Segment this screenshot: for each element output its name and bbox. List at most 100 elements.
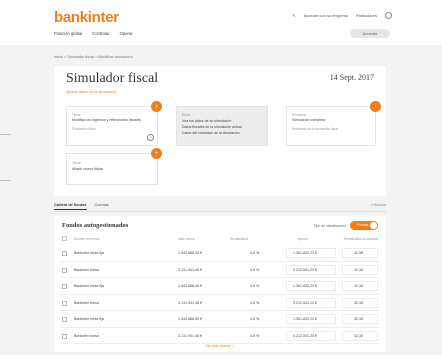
search-link[interactable]: ⌕ Buscar	[371, 203, 386, 207]
card-text: Simulación completa	[292, 118, 326, 122]
header-name[interactable]: Nombre del fondo	[74, 237, 99, 241]
nav-item-global[interactable]: Posición global	[54, 31, 82, 36]
row-checkbox[interactable]	[62, 284, 67, 289]
fund-value: 3.131.941,46 €	[178, 333, 202, 338]
nav-item-operate[interactable]: Operar	[120, 31, 133, 36]
nav-item-contract[interactable]: Contratar	[92, 31, 109, 36]
user-icon[interactable]	[385, 12, 392, 19]
fund-yield: 42,38	[354, 267, 363, 272]
top-link-company[interactable]: Acceder con su empresa	[304, 13, 348, 18]
card-label: Datos	[182, 113, 191, 117]
select-all-checkbox[interactable]	[62, 236, 67, 241]
top-links: ✎ Acceder con su empresa Particulares	[292, 12, 392, 19]
fund-pct: 4,8 %	[250, 251, 260, 255]
fund-yield: 42,38	[354, 333, 363, 338]
fund-name[interactable]: Bankinter renta fija	[74, 251, 104, 255]
breadcrumb[interactable]: Inicio > Simulador fiscal > Modificar si…	[54, 55, 133, 59]
fund-value: 1.543.888,45 €	[178, 284, 202, 288]
row-checkbox[interactable]	[62, 267, 67, 273]
table-rows: Bankinter renta fija 1.543.888,45 € 4,8 …	[60, 245, 380, 344]
fund-value: 1.543.888,45 €	[178, 317, 202, 321]
card-label: Titular	[72, 161, 81, 165]
fund-name[interactable]: Bankinter bolsa	[74, 301, 99, 305]
header: bankinter ✎ Acceder con su empresa Parti…	[0, 0, 442, 44]
table-row[interactable]: Bankinter renta fija 1.543.888,45 € 4,8 …	[60, 245, 380, 262]
fund-pct: 4,8 %	[250, 267, 260, 272]
table-row[interactable]: Bankinter bolsa 3.131.941,46 € 4,8 % 3.2…	[60, 295, 380, 311]
table-row[interactable]: Bankinter bolsa 3.131.941,46 € 4,8 % 3.2…	[60, 328, 380, 344]
card-text: Datos del resultado de la simulación	[182, 131, 240, 135]
fund-yield: 42,38	[354, 251, 363, 255]
fund-yield: 42,38	[354, 317, 363, 321]
data-card: Datos Vea los datos de su simulación Dat…	[176, 106, 268, 146]
table-row[interactable]: Bankinter renta fija 1.543.888,45 € 4,8 …	[60, 311, 380, 328]
fund-value: 3.131.941,46 €	[178, 267, 202, 272]
tab-bar: Cartera de fondos Cuentas	[54, 203, 109, 210]
fund-amount: 3.212.541,23 €	[293, 267, 317, 272]
fund-pct: 4,8 %	[250, 284, 260, 288]
view-toggle[interactable]: Fondos	[350, 221, 378, 230]
access-button[interactable]: Acceder	[350, 29, 390, 38]
header-value[interactable]: Valor actual	[178, 237, 195, 241]
fund-amount: 3.212.541,23 €	[293, 333, 317, 338]
tab-accounts[interactable]: Cuentas	[95, 203, 109, 210]
pencil-icon[interactable]: ✎	[292, 13, 295, 18]
fund-pct: 4,8 %	[250, 317, 260, 321]
toggle-label: Fondos	[357, 223, 369, 227]
result-card[interactable]: Resultado Simulación completa Resultado …	[286, 106, 376, 146]
table-header: Nombre del fondo Valor actual Rentabilid…	[60, 235, 380, 243]
adjust-link[interactable]: Ajustar datos de la simulación	[66, 90, 116, 94]
view-more-link[interactable]: Ver más fondos ⌄	[54, 344, 386, 348]
simulator-card: Simulador fiscal 14 Sept. 2017 Ajustar d…	[54, 66, 386, 196]
edit-icon[interactable]: ›	[370, 101, 381, 112]
card-label: Resultado	[292, 113, 307, 117]
page-date: 14 Sept. 2017	[329, 73, 374, 82]
fund-yield: 42,38	[354, 300, 363, 305]
page-title: Simulador fiscal	[66, 71, 159, 86]
fund-value: 3.131.941,46 €	[178, 300, 202, 305]
card-label: Titular	[72, 113, 81, 117]
header-amount[interactable]: Importe	[297, 237, 308, 241]
view-type-label: Tipo de visualización	[313, 224, 346, 228]
fund-amount: 1.361.832,23 €	[293, 251, 317, 255]
funds-table-card: Fondos autogestionados Tipo de visualiza…	[54, 216, 386, 352]
card-text: Datos fiscales de la simulación actual	[182, 125, 242, 129]
add-icon[interactable]: +	[151, 148, 162, 159]
search-icon: ⌕	[370, 203, 374, 207]
search-label: Buscar	[374, 203, 386, 207]
row-checkbox[interactable]	[62, 317, 67, 322]
chevron-down-icon: ⌄	[231, 344, 235, 348]
fund-name[interactable]: Bankinter renta fija	[74, 317, 104, 321]
header-pct[interactable]: Rentabilidad	[230, 237, 248, 241]
fund-amount: 3.212.541,23 €	[293, 300, 317, 305]
row-checkbox[interactable]	[62, 333, 67, 339]
holder-card[interactable]: Titular Modifica los ingresos y retencio…	[66, 106, 158, 146]
card-text: Añadir nuevo titular	[72, 167, 103, 171]
top-link-individuals[interactable]: Particulares	[356, 13, 377, 18]
fund-name[interactable]: Bankinter bolsa	[74, 334, 99, 338]
left-divider	[0, 180, 10, 181]
main-nav: Posición global Contratar Operar	[54, 31, 133, 36]
card-label: Resultado de la simulación fiscal	[292, 127, 339, 131]
card-label: Simulación fiscal	[72, 127, 96, 131]
left-divider	[0, 134, 10, 135]
row-checkbox[interactable]	[62, 251, 67, 256]
fund-yield: 42,38	[354, 284, 363, 288]
tab-funds[interactable]: Cartera de fondos	[54, 203, 87, 210]
add-holder-card[interactable]: Titular Añadir nuevo titular	[66, 153, 158, 185]
page: bankinter ✎ Acceder con su empresa Parti…	[0, 0, 442, 358]
table-row[interactable]: Bankinter bolsa 3.131.941,46 € 4,8 % 3.2…	[60, 262, 380, 278]
header-yield[interactable]: Rentabilidad acumulada	[344, 237, 378, 241]
view-more-label: Ver más fondos	[205, 344, 231, 348]
row-checkbox[interactable]	[62, 300, 67, 306]
arrow-right-icon[interactable]	[147, 134, 154, 141]
fund-amount: 1.361.832,23 €	[293, 317, 317, 321]
fund-amount: 1.361.832,23 €	[293, 284, 317, 288]
fund-name[interactable]: Bankinter renta fija	[74, 284, 104, 288]
edit-icon[interactable]: ›	[151, 101, 162, 112]
fund-name[interactable]: Bankinter bolsa	[74, 268, 99, 272]
fund-pct: 4,8 %	[250, 300, 260, 305]
card-text: Modifica los ingresos y retenciones fisc…	[72, 118, 141, 122]
bankinter-logo[interactable]: bankinter	[54, 9, 119, 26]
table-row[interactable]: Bankinter renta fija 1.543.888,45 € 4,8 …	[60, 278, 380, 295]
